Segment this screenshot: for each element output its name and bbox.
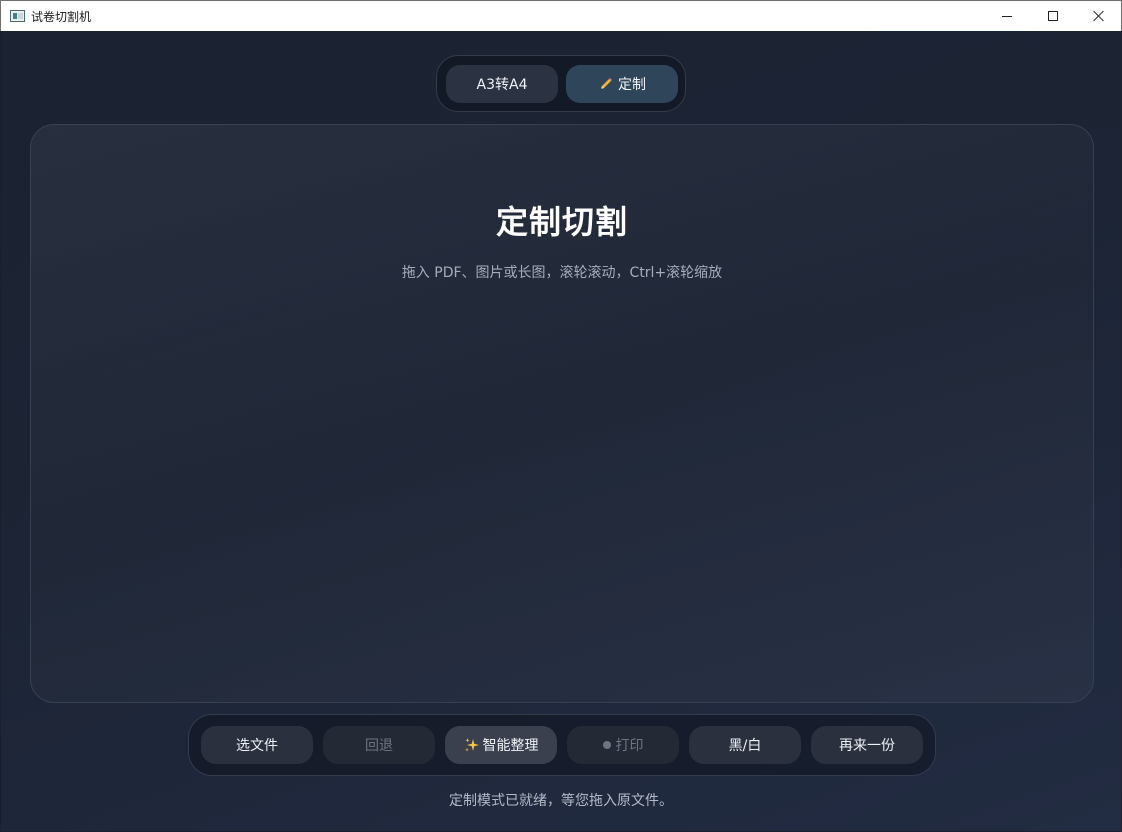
another-copy-label: 再来一份 (839, 738, 895, 754)
app-client-area: A3转A4 定制 定制切割 拖入 PDF、图片或长图，滚轮滚动，Ctrl+滚轮缩… (1, 31, 1121, 831)
sparkle-icon (464, 738, 479, 752)
another-copy-button[interactable]: 再来一份 (811, 726, 923, 764)
choose-file-button[interactable]: 选文件 (201, 726, 313, 764)
print-label: 打印 (615, 738, 644, 754)
mode-switch: A3转A4 定制 (436, 55, 686, 112)
dot-icon (602, 741, 611, 749)
maximize-icon (1048, 11, 1058, 21)
page-title: 定制切割 (495, 203, 628, 241)
status-text: 定制模式已就绪，等您拖入原文件。 (449, 793, 673, 809)
undo-label: 回退 (365, 738, 393, 754)
undo-button[interactable]: 回退 (323, 726, 435, 764)
print-button[interactable]: 打印 (567, 726, 679, 764)
bottom-toolbar: 选文件 回退 智能整理 打印 黑/白 再来一份 (188, 714, 936, 776)
window-title: 试卷切割机 (31, 10, 92, 24)
app-icon (10, 10, 25, 22)
close-icon (1093, 10, 1105, 22)
drop-zone-panel[interactable]: 定制切割 拖入 PDF、图片或长图，滚轮滚动，Ctrl+滚轮缩放 (30, 124, 1094, 703)
pencil-icon (600, 78, 612, 90)
tab-a3-to-a4[interactable]: A3转A4 (446, 65, 558, 103)
title-bar: 试卷切割机 (0, 0, 1122, 31)
smart-arrange-label: 智能整理 (482, 738, 539, 754)
minimize-icon (1002, 15, 1012, 17)
drop-zone-hint: 拖入 PDF、图片或长图，滚轮滚动，Ctrl+滚轮缩放 (401, 265, 723, 281)
close-button[interactable] (1076, 1, 1122, 31)
smart-arrange-button[interactable]: 智能整理 (445, 726, 557, 764)
black-white-button[interactable]: 黑/白 (689, 726, 801, 764)
minimize-button[interactable] (984, 1, 1030, 31)
choose-file-label: 选文件 (236, 738, 278, 754)
black-white-label: 黑/白 (728, 738, 762, 754)
tab-custom[interactable]: 定制 (566, 65, 678, 103)
tab-a3-to-a4-label: A3转A4 (476, 77, 528, 93)
tab-custom-label: 定制 (618, 77, 646, 93)
maximize-button[interactable] (1030, 1, 1076, 31)
